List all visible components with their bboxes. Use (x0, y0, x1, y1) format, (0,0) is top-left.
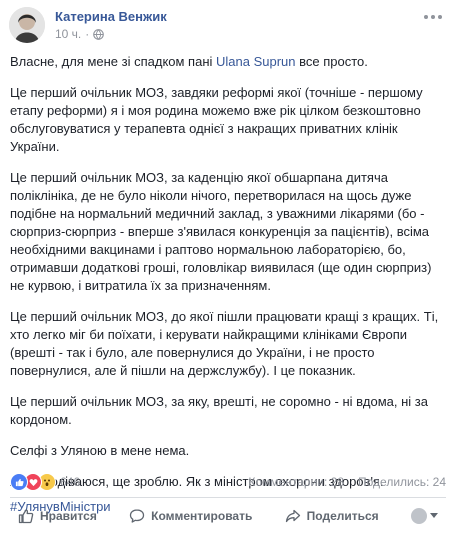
post-header: Катерина Венжик 10 ч. · (0, 0, 455, 48)
audience-selector[interactable] (403, 504, 446, 528)
like-reaction-icon (10, 473, 28, 491)
divider (10, 497, 446, 498)
chevron-down-icon (429, 513, 438, 519)
comments-count[interactable]: Комментарии: 28 (248, 475, 344, 489)
post-time[interactable]: 10 ч. (55, 27, 81, 41)
action-bar: Нравится Комментировать Поделиться (10, 500, 446, 532)
comment-label: Комментировать (151, 509, 253, 523)
shares-count[interactable]: Поделились: 24 (358, 475, 446, 489)
reaction-count[interactable]: 646 (60, 475, 80, 489)
post-body: Власне, для мене зі спадком пані Ulana S… (10, 53, 448, 516)
share-icon (285, 508, 301, 524)
share-label: Поделиться (306, 509, 379, 523)
mention-link[interactable]: Ulana Suprun (216, 54, 296, 69)
post-meta: 10 ч. · (55, 27, 105, 41)
author-avatar[interactable] (9, 7, 45, 43)
paragraph-6: Селфі з Уляною в мене нема. (10, 443, 190, 458)
thumbs-up-icon (18, 508, 34, 524)
meta-separator: · (85, 27, 90, 41)
more-icon[interactable] (423, 10, 443, 24)
reactions-summary[interactable]: 646 (10, 473, 80, 491)
comment-button[interactable]: Комментировать (121, 504, 260, 528)
avatar (410, 508, 427, 524)
globe-icon[interactable] (93, 28, 105, 40)
share-button[interactable]: Поделиться (277, 504, 387, 528)
comment-icon (129, 508, 145, 524)
paragraph-5: Це перший очільник МОЗ, за яку, врешті, … (10, 394, 428, 427)
paragraph-1: Власне, для мене зі спадком пані Ulana S… (10, 54, 368, 69)
paragraph-2: Це перший очільник МОЗ, завдяки реформі … (10, 85, 423, 154)
post-stats: 646 Комментарии: 28 Поделились: 24 (10, 472, 446, 492)
paragraph-3: Це перший очільник МОЗ, за каденцію якої… (10, 170, 432, 293)
like-button[interactable]: Нравится (10, 504, 105, 528)
author-name[interactable]: Катерина Венжик (55, 9, 167, 24)
like-label: Нравится (40, 509, 97, 523)
paragraph-4: Це перший очільник МОЗ, до якої пішли пр… (10, 309, 439, 378)
